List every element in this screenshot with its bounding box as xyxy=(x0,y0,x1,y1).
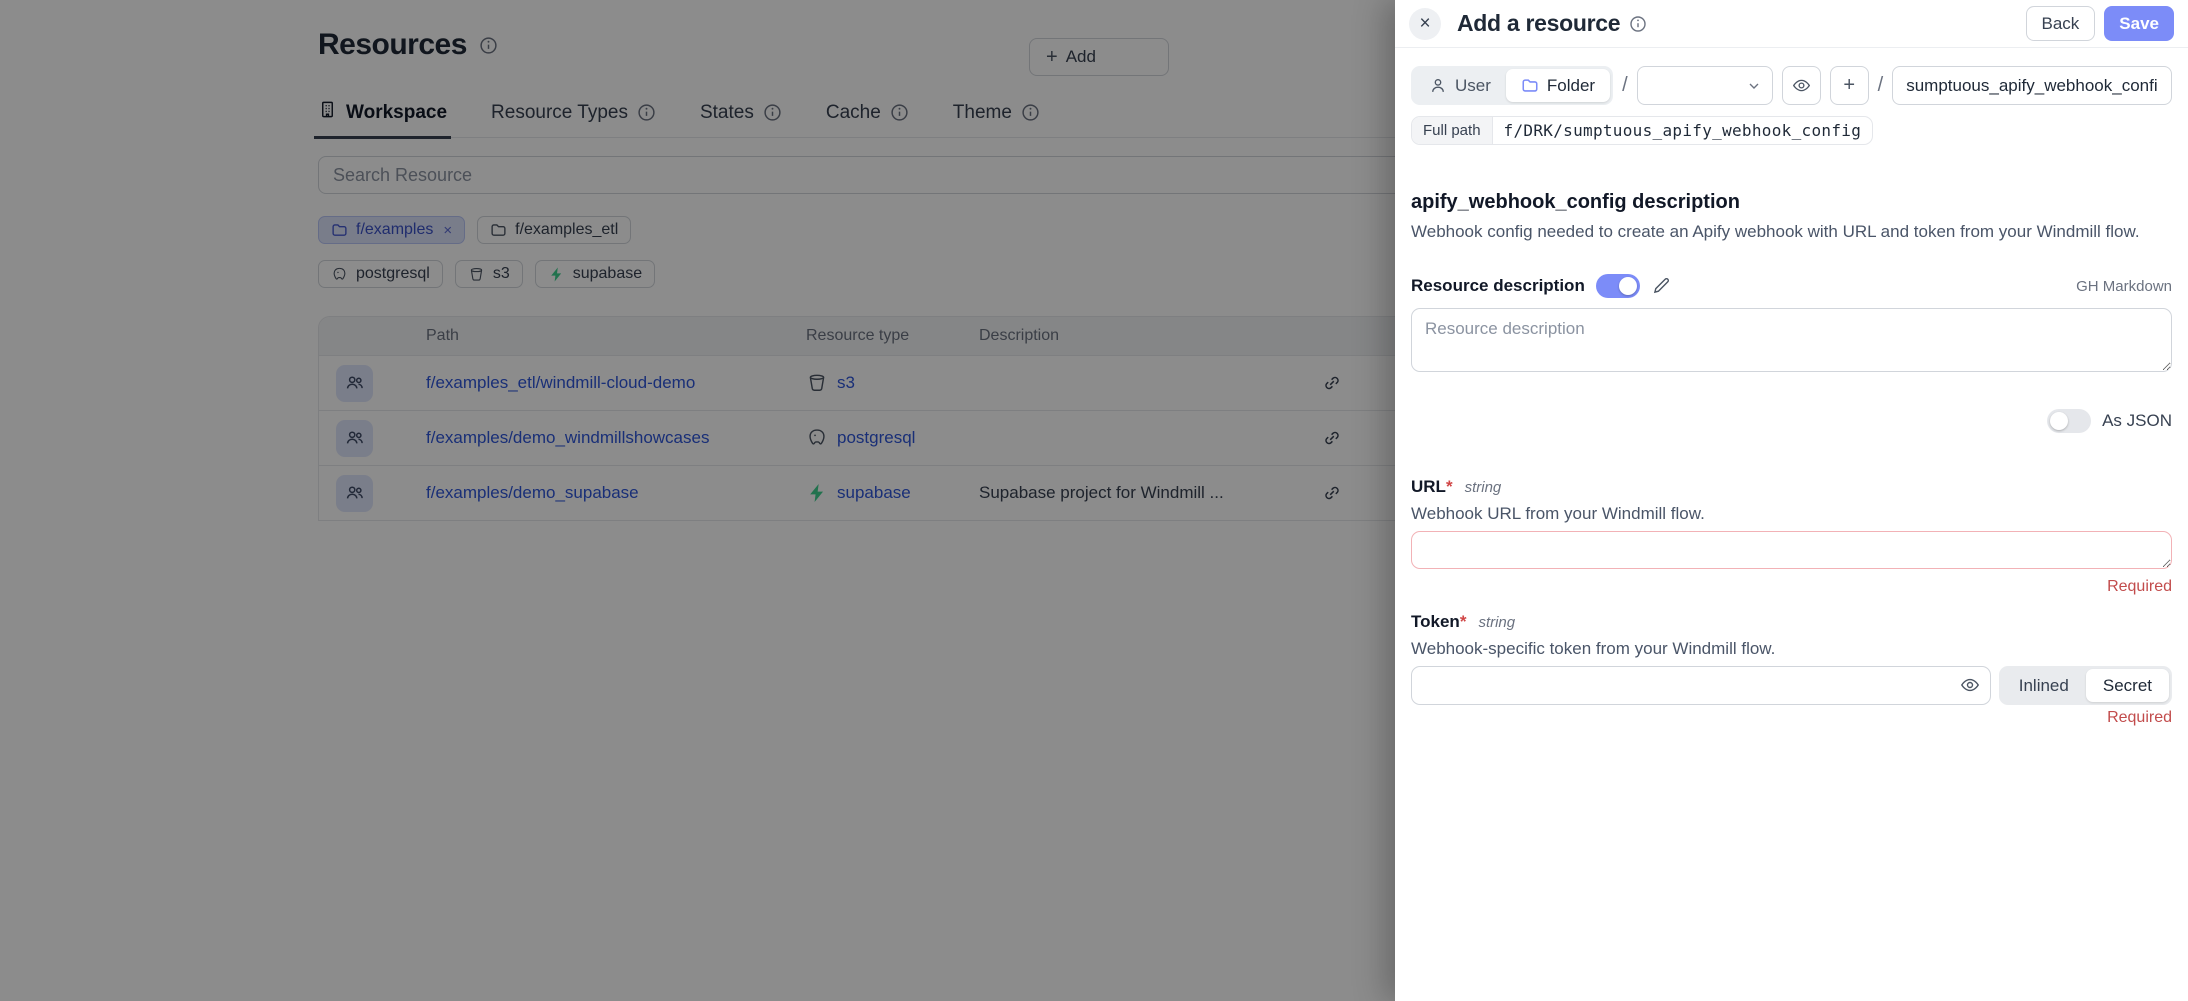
url-required-text: Required xyxy=(1411,578,2172,596)
plus-icon: + xyxy=(1843,74,1855,97)
inlined-label: Inlined xyxy=(2019,676,2069,696)
gh-markdown-hint: GH Markdown xyxy=(2076,278,2172,295)
full-path-value: f/DRK/sumptuous_apify_webhook_config xyxy=(1493,117,1873,144)
view-folder-button[interactable] xyxy=(1782,66,1821,105)
show-token-eye-icon[interactable] xyxy=(1960,675,1980,700)
folder-icon xyxy=(1521,77,1539,95)
url-field: URL* string Webhook URL from your Windmi… xyxy=(1411,477,2172,596)
back-button[interactable]: Back xyxy=(2026,6,2096,41)
owner-kind-toggle: User Folder xyxy=(1411,66,1613,105)
user-icon xyxy=(1429,77,1447,95)
owner-folder-toggle[interactable]: Folder xyxy=(1506,69,1610,102)
pencil-icon[interactable] xyxy=(1651,276,1671,296)
token-input[interactable] xyxy=(1411,666,1991,705)
owner-user-toggle[interactable]: User xyxy=(1414,69,1506,102)
add-resource-drawer: × Add a resource Back Save xyxy=(1395,0,2188,1001)
close-icon[interactable]: × xyxy=(1409,8,1441,40)
secret-label: Secret xyxy=(2103,676,2152,696)
required-asterisk: * xyxy=(1460,612,1467,631)
resource-description-textarea[interactable] xyxy=(1411,308,2172,372)
new-folder-button[interactable]: + xyxy=(1830,66,1869,105)
token-field: Token* string Webhook-specific token fro… xyxy=(1411,612,2172,727)
path-separator: / xyxy=(1622,74,1628,97)
owner-folder-label: Folder xyxy=(1547,76,1595,96)
schema-subheading: Webhook config needed to create an Apify… xyxy=(1411,222,2172,242)
folder-select[interactable] xyxy=(1637,66,1773,105)
schema-heading: apify_webhook_config description xyxy=(1411,191,2172,214)
token-kind-toggle: Inlined Secret xyxy=(1999,666,2172,705)
token-inlined-toggle[interactable]: Inlined xyxy=(2002,669,2086,702)
drawer-header: × Add a resource Back Save xyxy=(1395,0,2188,48)
url-help-text: Webhook URL from your Windmill flow. xyxy=(1411,504,2172,524)
chevron-down-icon xyxy=(1746,78,1762,94)
url-label: URL xyxy=(1411,477,1446,496)
path-builder: User Folder / xyxy=(1411,66,2172,105)
url-input[interactable] xyxy=(1411,531,2172,569)
drawer-title: Add a resource xyxy=(1457,10,1620,37)
as-json-label: As JSON xyxy=(2102,411,2172,431)
as-json-row: As JSON xyxy=(1411,409,2172,433)
drawer-title-info-icon[interactable] xyxy=(1629,15,1647,33)
path-separator: / xyxy=(1878,74,1884,97)
full-path-badge: Full path f/DRK/sumptuous_apify_webhook_… xyxy=(1411,116,1873,145)
resource-description-row: Resource description GH Markdown xyxy=(1411,274,2172,298)
save-button[interactable]: Save xyxy=(2104,6,2174,41)
resource-name-input[interactable] xyxy=(1892,66,2172,105)
required-asterisk: * xyxy=(1446,477,1453,496)
token-help-text: Webhook-specific token from your Windmil… xyxy=(1411,639,2172,659)
description-toggle[interactable] xyxy=(1596,274,1640,298)
eye-icon xyxy=(1792,76,1811,95)
token-label: Token xyxy=(1411,612,1460,631)
url-type: string xyxy=(1465,479,1502,496)
token-secret-toggle[interactable]: Secret xyxy=(2086,669,2169,702)
token-required-text: Required xyxy=(1411,709,2172,727)
token-type: string xyxy=(1478,614,1515,631)
app-window: Resources Workspace xyxy=(0,0,2188,1001)
full-path-label: Full path xyxy=(1412,117,1493,144)
as-json-toggle[interactable] xyxy=(2047,409,2091,433)
save-label: Save xyxy=(2119,14,2159,34)
back-label: Back xyxy=(2042,14,2080,34)
resource-description-label: Resource description xyxy=(1411,276,1585,296)
owner-user-label: User xyxy=(1455,76,1491,96)
